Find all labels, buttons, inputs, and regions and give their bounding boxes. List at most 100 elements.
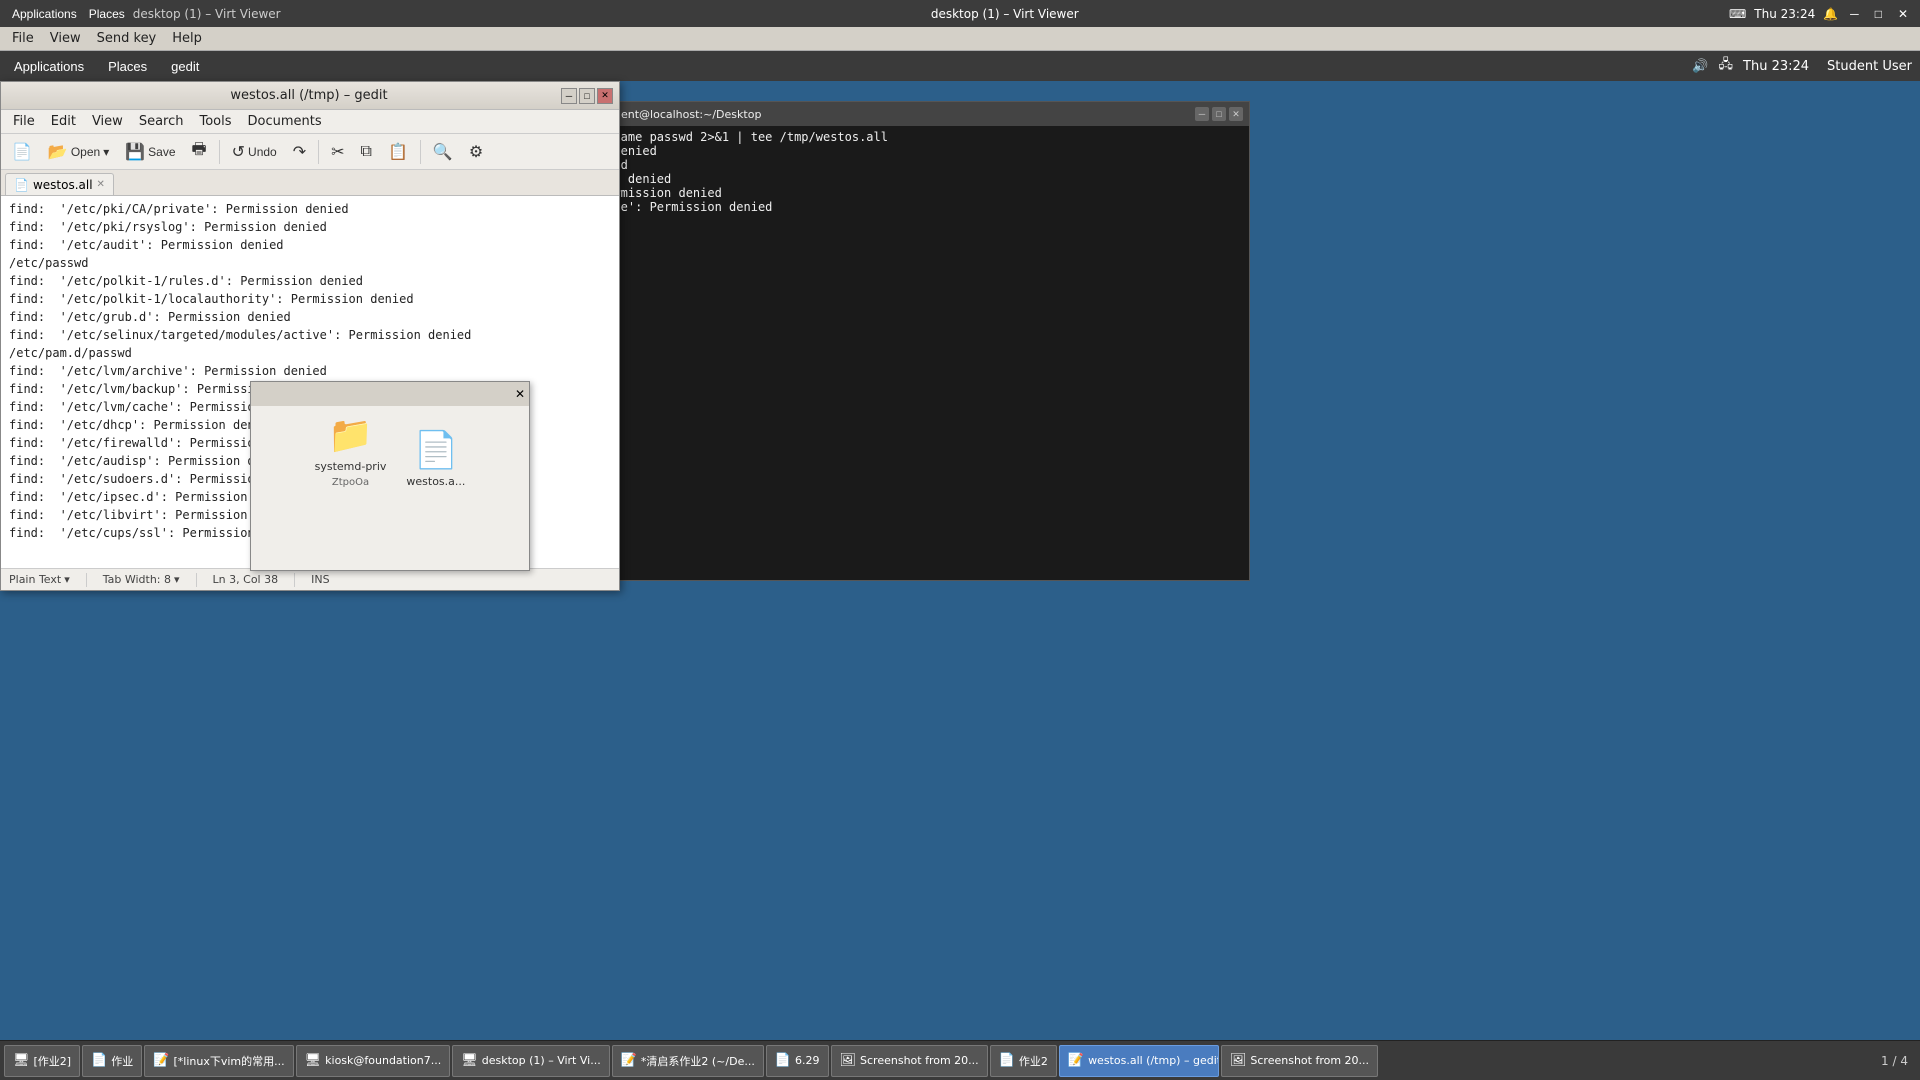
cut-icon: ✂ [331,142,344,162]
gedit-menu-documents[interactable]: Documents [240,112,330,131]
file-item-1: 📁 systemd-priv ZtpoOa [315,414,387,488]
tab-width-label: Tab Width: 8 [103,573,171,586]
virt-menu-file[interactable]: File [4,29,42,48]
applications-menu[interactable]: Applications [8,7,81,21]
gedit-statusbar: Plain Text ▾ Tab Width: 8 ▾ Ln 3, Col 38… [1,568,619,590]
replace-icon: ⚙ [469,142,483,162]
terminal-minimize[interactable]: ─ [1195,107,1209,121]
terminal-title: student@localhost:~/Desktop [597,108,761,121]
gedit-redo-btn[interactable]: ↷ [286,138,313,166]
taskbar-icon-4: 🖥 [461,1053,478,1068]
gedit-open-btn[interactable]: 📂 Open ▾ [41,138,116,166]
find-icon: 🔍 [433,142,453,162]
taskbar-item-1[interactable]: 📄 作业 [82,1045,142,1077]
gedit-replace-btn[interactable]: ⚙ [462,138,490,166]
filemanager-close-btn[interactable]: ✕ [515,387,525,401]
toolbar-sep-3 [420,140,421,164]
taskbar-item-10[interactable]: 🖼 Screenshot from 20... [1221,1045,1378,1077]
statusbar-tab-width[interactable]: Tab Width: 8 ▾ [103,573,180,586]
gedit-new-btn[interactable]: 📄 [5,138,39,166]
term-line-5: ion denied [599,172,1241,186]
open-icon: 📂 [48,142,68,162]
win-minimize-btn[interactable]: ─ [1846,7,1863,21]
win-maximize-btn[interactable]: □ [1871,7,1886,21]
gedit-save-btn[interactable]: 💾 Save [118,138,182,166]
gedit-titlebar: westos.all (/tmp) – gedit ─ □ ✕ [1,82,619,110]
gedit-paste-btn[interactable]: 📋 [381,138,415,166]
gedit-toolbar: 📄 📂 Open ▾ 💾 Save 🖶 ↺ Undo ↷ [1,134,619,170]
gedit-menu-edit[interactable]: Edit [43,112,84,131]
virt-menu-sendkey[interactable]: Send key [89,29,165,48]
taskbar-item-3[interactable]: 🖥 kiosk@foundation7... [296,1045,451,1077]
taskbar-item-9[interactable]: 📝 westos.all (/tmp) – gedit [1059,1045,1219,1077]
taskbar-icon-6: 📄 [775,1053,791,1068]
line-8: find: '/etc/selinux/targeted/modules/act… [9,326,611,344]
gnome-panel: Applications Places gedit 🔊 🖧 Thu 23:24 … [0,51,1920,81]
taskbar-item-7[interactable]: 🖼 Screenshot from 20... [831,1045,988,1077]
gnome-net-icon: 🖧 [1719,55,1734,77]
file-label-2: westos.a... [406,475,465,488]
taskbar-label-0: [作业2] [34,1053,72,1069]
gedit-copy-btn[interactable]: ⧉ [354,138,379,166]
virt-menu-help[interactable]: Help [164,29,210,48]
places-menu[interactable]: Places [85,7,129,21]
gedit-menu-search[interactable]: Search [131,112,192,131]
print-icon: 🖶 [192,138,207,165]
gedit-maximize-btn[interactable]: □ [579,88,595,104]
taskbar-icon-5: 📝 [621,1053,637,1068]
gedit-menu-tools[interactable]: Tools [191,112,239,131]
filemanager-titlebar: ✕ [251,382,529,406]
line-1: find: '/etc/pki/CA/private': Permission … [9,200,611,218]
redo-icon: ↷ [293,142,306,162]
virt-window-label: desktop (1) – Virt Viewer [133,7,281,21]
save-label: Save [148,145,175,159]
file-icon-2: 📄 [413,429,458,471]
gedit-undo-btn[interactable]: ↺ Undo [225,138,284,166]
tab-width-arrow: ▾ [174,573,180,586]
undo-label: Undo [248,145,277,159]
gedit-find-btn[interactable]: 🔍 [426,138,460,166]
line-9: /etc/pam.d/passwd [9,344,611,362]
gedit-print-btn[interactable]: 🖶 [185,138,214,166]
taskbar-icon-1: 📄 [91,1053,107,1068]
gnome-gedit-btn[interactable]: gedit [165,57,205,76]
file-sublabel-1: ZtpoOa [332,477,369,488]
gedit-minimize-btn[interactable]: ─ [561,88,577,104]
statusbar-plain-text[interactable]: Plain Text ▾ [9,573,70,586]
line-6: find: '/etc/polkit-1/localauthority': Pe… [9,290,611,308]
terminal-maximize[interactable]: □ [1212,107,1226,121]
taskbar-icon-0: 🖥 [13,1053,30,1068]
virt-menu-view[interactable]: View [42,29,89,48]
taskbar-label-2: [*linux下vim的常用... [173,1053,284,1069]
gedit-menubar: File Edit View Search Tools Documents [1,110,619,134]
tab-close-icon[interactable]: ✕ [97,179,105,190]
taskbar-label-4: desktop (1) – Virt Vi... [482,1054,601,1067]
tab-icon: 📄 [14,178,29,192]
taskbar-item-5[interactable]: 📝 *清启系作业2 (~/De... [612,1045,764,1077]
taskbar-icon-9: 📝 [1068,1053,1084,1068]
taskbar-item-6[interactable]: 📄 6.29 [766,1045,829,1077]
gedit-menu-view[interactable]: View [84,112,131,131]
taskbar-item-8[interactable]: 📄 作业2 [990,1045,1057,1077]
term-line-8: tive': Permission denied [599,200,1241,214]
statusbar-position: Ln 3, Col 38 [213,573,279,586]
gedit-tab-westos[interactable]: 📄 westos.all ✕ [5,173,114,195]
toolbar-sep-2 [318,140,319,164]
gedit-title: westos.all (/tmp) – gedit [57,88,561,103]
line-7: find: '/etc/grub.d': Permission denied [9,308,611,326]
taskbar-label-9: westos.all (/tmp) – gedit [1088,1054,1219,1067]
terminal-close[interactable]: ✕ [1229,107,1243,121]
gedit-menu-file[interactable]: File [5,112,43,131]
taskbar-label-3: kiosk@foundation7... [325,1054,441,1067]
win-close-btn[interactable]: ✕ [1894,7,1912,21]
gnome-panel-right: 🔊 🖧 Thu 23:24 Student User [1692,55,1912,77]
statusbar-sep-2 [196,573,197,587]
gnome-places-btn[interactable]: Places [102,57,153,76]
gedit-cut-btn[interactable]: ✂ [324,138,351,166]
gedit-close-btn[interactable]: ✕ [597,88,613,104]
taskbar-item-0[interactable]: 🖥 [作业2] [4,1045,80,1077]
taskbar-item-2[interactable]: 📝 [*linux下vim的常用... [144,1045,293,1077]
taskbar-item-4[interactable]: 🖥 desktop (1) – Virt Vi... [452,1045,609,1077]
input-icon: ⌨ [1729,7,1746,21]
gnome-applications-btn[interactable]: Applications [8,57,90,76]
